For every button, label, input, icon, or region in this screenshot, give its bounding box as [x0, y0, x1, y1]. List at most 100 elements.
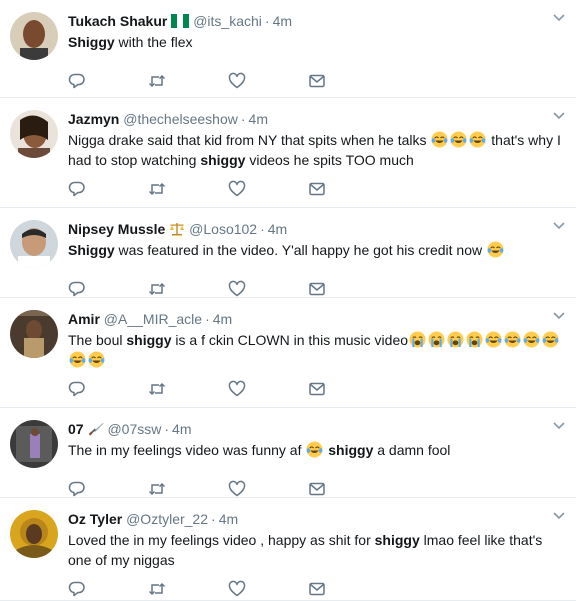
avatar[interactable]	[10, 220, 58, 268]
timestamp[interactable]: 4m	[273, 13, 292, 29]
chevron-down-icon[interactable]	[552, 10, 566, 24]
tears-of-joy-emoji-icon	[469, 131, 486, 148]
tweet[interactable]: Oz Tyler @Oztyler_22 · 4m Loved the in my f…	[0, 498, 576, 601]
scales-icon	[170, 223, 185, 236]
tweet-text: Shiggy was featured in the video. Y'all …	[68, 240, 568, 260]
highlighted-keyword[interactable]: shiggy	[328, 442, 373, 458]
like-icon[interactable]	[228, 380, 246, 398]
message-icon[interactable]	[308, 72, 326, 90]
text-fragment: Loved the in my feelings video , happy a…	[68, 532, 375, 548]
timestamp[interactable]: 4m	[249, 111, 268, 127]
tweet-actions	[68, 280, 348, 298]
like-icon[interactable]	[228, 580, 246, 598]
tweet-text: Loved the in my feelings video , happy a…	[68, 530, 568, 570]
tweet-text: Nigga drake said that kid from NY that s…	[68, 130, 568, 170]
timestamp[interactable]: 4m	[213, 311, 232, 327]
user-name[interactable]: Oz Tyler	[68, 511, 122, 527]
chevron-down-icon[interactable]	[552, 508, 566, 522]
dagger-icon	[88, 423, 104, 436]
avatar[interactable]	[10, 420, 58, 468]
user-handle[interactable]: @its_kachi	[193, 13, 262, 29]
retweet-icon[interactable]	[148, 180, 166, 198]
tweet[interactable]: Tukach Shakur @its_kachi · 4m Shiggy with t…	[0, 0, 576, 98]
tears-of-joy-emoji-icon	[306, 441, 323, 458]
highlighted-keyword[interactable]: Shiggy	[68, 34, 115, 50]
like-icon[interactable]	[228, 180, 246, 198]
message-icon[interactable]	[308, 380, 326, 398]
tweet-actions	[68, 72, 348, 90]
text-fragment: The boul	[68, 332, 127, 348]
tweet[interactable]: 07 @07ssw · 4m The in my feelings video was…	[0, 408, 576, 498]
user-handle[interactable]: @A__MIR_acle	[104, 311, 202, 327]
tweet-header: Nipsey Mussle @Loso102 · 4m	[68, 220, 287, 238]
tears-of-joy-emoji-icon	[485, 331, 502, 348]
tweet-text: Shiggy with the flex	[68, 32, 568, 52]
timestamp[interactable]: 4m	[219, 511, 238, 527]
message-icon[interactable]	[308, 580, 326, 598]
avatar[interactable]	[10, 110, 58, 158]
loudly-crying-emoji-icon	[428, 331, 445, 348]
loudly-crying-emoji-icon	[447, 331, 464, 348]
text-fragment: videos he spits TOO much	[245, 152, 414, 168]
tweet[interactable]: Nipsey Mussle @Loso102 · 4m Shiggy was feat…	[0, 208, 576, 298]
tweet-header: Amir @A__MIR_acle · 4m	[68, 310, 232, 328]
reply-icon[interactable]	[68, 580, 86, 598]
user-handle[interactable]: @Loso102	[189, 221, 257, 237]
retweet-icon[interactable]	[148, 380, 166, 398]
message-icon[interactable]	[308, 280, 326, 298]
user-name[interactable]: Tukach Shakur	[68, 13, 167, 29]
nigeria-flag-icon	[171, 14, 190, 28]
reply-icon[interactable]	[68, 380, 86, 398]
user-handle[interactable]: @07ssw	[107, 421, 161, 437]
text-fragment: Nigga drake said that kid from NY that s…	[68, 132, 431, 148]
like-icon[interactable]	[228, 72, 246, 90]
retweet-icon[interactable]	[148, 580, 166, 598]
text-fragment: a damn fool	[373, 442, 451, 458]
user-name[interactable]: Amir	[68, 311, 100, 327]
chevron-down-icon[interactable]	[552, 418, 566, 432]
chevron-down-icon[interactable]	[552, 108, 566, 122]
timestamp[interactable]: 4m	[172, 421, 191, 437]
retweet-icon[interactable]	[148, 72, 166, 90]
chevron-down-icon[interactable]	[552, 218, 566, 232]
text-fragment: is a f ckin CLOWN in this music video	[171, 332, 409, 348]
tweet-actions	[68, 180, 348, 198]
reply-icon[interactable]	[68, 480, 86, 498]
retweet-icon[interactable]	[148, 480, 166, 498]
tweet[interactable]: Jazmyn @thechelseeshow · 4m Nigga drake sai…	[0, 98, 576, 208]
timestamp[interactable]: 4m	[268, 221, 287, 237]
tears-of-joy-emoji-icon	[523, 331, 540, 348]
avatar[interactable]	[10, 310, 58, 358]
reply-icon[interactable]	[68, 180, 86, 198]
message-icon[interactable]	[308, 480, 326, 498]
highlighted-keyword[interactable]: shiggy	[126, 332, 171, 348]
highlighted-keyword[interactable]: shiggy	[375, 532, 420, 548]
user-name[interactable]: 07	[68, 421, 84, 437]
message-icon[interactable]	[308, 180, 326, 198]
tweet[interactable]: Amir @A__MIR_acle · 4m The boul shiggy is a…	[0, 298, 576, 408]
separator-dot: ·	[264, 13, 270, 29]
avatar[interactable]	[10, 510, 58, 558]
tears-of-joy-emoji-icon	[69, 351, 86, 368]
user-name[interactable]: Jazmyn	[68, 111, 119, 127]
highlighted-keyword[interactable]: shiggy	[200, 152, 245, 168]
user-handle[interactable]: @Oztyler_22	[126, 511, 208, 527]
tweet-feed: Tukach Shakur @its_kachi · 4m Shiggy with t…	[0, 0, 576, 601]
tears-of-joy-emoji-icon	[450, 131, 467, 148]
tweet-header: Jazmyn @thechelseeshow · 4m	[68, 110, 268, 128]
separator-dot: ·	[240, 111, 246, 127]
separator-dot: ·	[260, 221, 265, 237]
retweet-icon[interactable]	[148, 280, 166, 298]
like-icon[interactable]	[228, 480, 246, 498]
reply-icon[interactable]	[68, 72, 86, 90]
avatar[interactable]	[10, 12, 58, 60]
chevron-down-icon[interactable]	[552, 308, 566, 322]
highlighted-keyword[interactable]: Shiggy	[68, 242, 115, 258]
like-icon[interactable]	[228, 280, 246, 298]
reply-icon[interactable]	[68, 280, 86, 298]
loudly-crying-emoji-icon	[409, 331, 426, 348]
user-handle[interactable]: @thechelseeshow	[123, 111, 238, 127]
user-name[interactable]: Nipsey Mussle	[68, 221, 165, 237]
separator-dot: ·	[164, 421, 170, 437]
tweet-actions	[68, 380, 348, 398]
